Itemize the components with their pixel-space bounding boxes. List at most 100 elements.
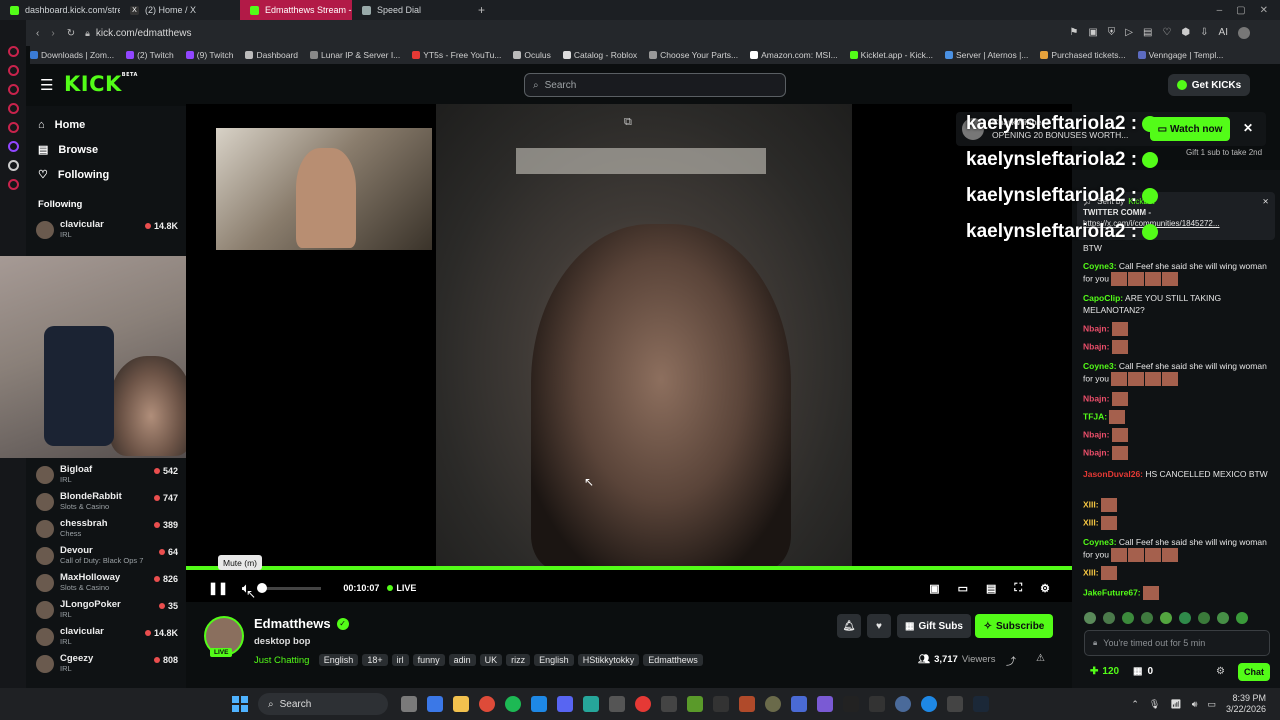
emote-icon[interactable] (1122, 612, 1134, 624)
browser-tab-edmatthews[interactable]: Edmatthews Stream - (240, 0, 352, 20)
bookmark-item[interactable]: Amazon.com: MSI... (750, 50, 838, 60)
sidebar-app-icon[interactable] (7, 46, 19, 57)
wallet-icon[interactable]: ▤ (1143, 27, 1152, 39)
maximize-icon[interactable]: ▢ (1236, 5, 1245, 16)
new-tab-button[interactable]: + (478, 3, 485, 17)
stream-tag[interactable]: HStikkytokky (577, 654, 640, 666)
bookmark-item[interactable]: Catalog - Roblox (562, 50, 637, 60)
mic-icon[interactable]: 🎙︎ (1149, 699, 1160, 710)
stream-tag[interactable]: adin (448, 654, 476, 666)
stream-tag[interactable]: UK (479, 654, 503, 666)
bookmark-item[interactable]: Kicklet.app - Kick... (849, 50, 933, 60)
emote-icon[interactable] (1141, 612, 1153, 624)
chrome-icon[interactable] (479, 696, 495, 712)
following-item[interactable]: JLongoPoker IRL 35 (26, 596, 186, 623)
task-view-icon[interactable] (401, 696, 417, 712)
app-icon[interactable] (609, 696, 625, 712)
following-item[interactable]: Cgeezy IRL 808 (26, 650, 186, 677)
stream-tag[interactable]: rizz (506, 654, 531, 666)
nav-following[interactable]: ♡ Following (26, 162, 186, 187)
clock[interactable]: 8:39 PM 3/22/2026 (1226, 693, 1266, 715)
close-banner-icon[interactable]: ✕ (1243, 121, 1253, 135)
clip-icon[interactable]: ▣ (929, 582, 939, 595)
following-item[interactable]: chessbrah Chess 389 (26, 515, 186, 542)
file-explorer-icon[interactable] (453, 696, 469, 712)
watch-now-button[interactable]: ▭ Watch now (1150, 117, 1230, 141)
sidebar-app-icon[interactable] (7, 65, 19, 76)
fullscreen-video-icon[interactable]: ⧉ (624, 116, 632, 129)
tray-chevron-icon[interactable]: ⌃ (1131, 699, 1139, 710)
emote-icon[interactable] (1084, 612, 1096, 624)
category-link[interactable]: Just Chatting (254, 655, 309, 666)
bookmark-item[interactable]: Downloads | Zom... (30, 50, 114, 60)
chat-input[interactable]: 🔒︎ You're timed out for 5 min (1084, 630, 1270, 656)
emote-icon[interactable] (1236, 612, 1248, 624)
app-icon[interactable] (869, 696, 885, 712)
bookmark-item[interactable]: Venngage | Templ... (1137, 50, 1223, 60)
sidebar-app-icon[interactable] (7, 122, 19, 133)
app-icon[interactable] (895, 696, 911, 712)
app-icon[interactable] (739, 696, 755, 712)
app-icon[interactable] (765, 696, 781, 712)
taskbar-search[interactable]: ⌕ Search (258, 693, 388, 715)
emote-icon[interactable] (1217, 612, 1229, 624)
subscribe-button[interactable]: ✧ Subscribe (975, 614, 1053, 638)
steam-icon[interactable] (973, 696, 989, 712)
progress-bar[interactable] (186, 566, 1072, 570)
forward-icon[interactable]: › (51, 28, 54, 39)
volume-knob[interactable] (257, 582, 268, 593)
pause-icon[interactable]: ❚❚ (208, 581, 228, 595)
chat-username[interactable]: JakeFuture67: (1083, 587, 1141, 597)
start-button[interactable] (232, 696, 248, 712)
shield-icon[interactable]: ⛨ (1108, 27, 1116, 39)
bookmark-item[interactable]: (2) Twitch (126, 50, 174, 60)
x-icon[interactable] (7, 160, 19, 171)
edge-icon[interactable] (531, 696, 547, 712)
menu-icon[interactable]: ☰ (40, 76, 53, 94)
discord-icon[interactable] (557, 696, 573, 712)
chat-username[interactable]: Nbajn: (1083, 429, 1109, 439)
volume-slider[interactable] (257, 582, 322, 593)
reload-icon[interactable]: ↻ (67, 28, 75, 39)
pip-icon[interactable]: ▤ (986, 582, 996, 595)
chat-username[interactable]: XIII: (1083, 517, 1099, 527)
youtube-icon[interactable] (635, 696, 651, 712)
app-icon[interactable] (661, 696, 677, 712)
emote-icon[interactable] (1160, 612, 1172, 624)
search-input[interactable]: ⌕ Search (524, 73, 786, 97)
bookmark-item[interactable]: Choose Your Parts... (649, 50, 738, 60)
video-player[interactable]: ⧉ ❚❚ 🔈︎ 00:10:07 LIVE ▣ ▭ ▤ ⛶ ⚙ (186, 104, 1072, 602)
following-item[interactable]: clavicular IRL 14.8K (26, 623, 186, 650)
bookmark-item[interactable]: Oculus (513, 50, 551, 60)
emote-icon[interactable] (1179, 612, 1191, 624)
chat-username[interactable]: Nbajn: (1083, 393, 1109, 403)
browser-tab-x[interactable]: X (2) Home / X (120, 0, 240, 20)
app-icon[interactable] (713, 696, 729, 712)
download-icon[interactable]: ⇩ (1200, 27, 1208, 39)
share-icon[interactable]: ⤴ (1006, 653, 1016, 668)
volume-icon[interactable]: 🔊︎ (1192, 699, 1198, 710)
minecraft-icon[interactable] (687, 696, 703, 712)
kick-logo[interactable]: KICKBETA (64, 72, 138, 96)
app-icon[interactable] (791, 696, 807, 712)
chat-username[interactable]: Coyne3: (1083, 537, 1117, 547)
bookmark-item[interactable]: YT5s - Free YouTu... (412, 50, 501, 60)
chat-settings-icon[interactable]: ⚙ (1216, 666, 1225, 677)
following-item[interactable]: clavicular IRL 14.8K (26, 216, 186, 243)
chat-username[interactable]: CapoClip: (1083, 293, 1123, 303)
bookmark-item[interactable]: Server | Aternos |... (944, 50, 1028, 60)
heart-icon[interactable]: ♡ (1162, 27, 1171, 39)
chat-username[interactable]: Coyne3: (1083, 361, 1117, 371)
following-item[interactable]: BlondeRabbit Slots & Casino 747 (26, 488, 186, 515)
stream-tag[interactable]: Edmatthews (643, 654, 703, 666)
nav-browse[interactable]: ▤ Browse (26, 137, 186, 162)
browser-tab-speed-dial[interactable]: Speed Dial (352, 0, 472, 20)
chat-username[interactable]: Nbajn: (1083, 447, 1109, 457)
play-icon[interactable]: ▷ (1125, 27, 1133, 39)
report-icon[interactable]: ⚠ (1036, 653, 1045, 664)
battery-icon[interactable]: ▭ (1207, 699, 1216, 710)
theater-icon[interactable]: ▭ (958, 582, 968, 595)
streamer-name[interactable]: Edmatthews (254, 616, 331, 631)
bookmark-item[interactable]: Purchased tickets... (1040, 50, 1126, 60)
emote-icon[interactable] (1103, 612, 1115, 624)
